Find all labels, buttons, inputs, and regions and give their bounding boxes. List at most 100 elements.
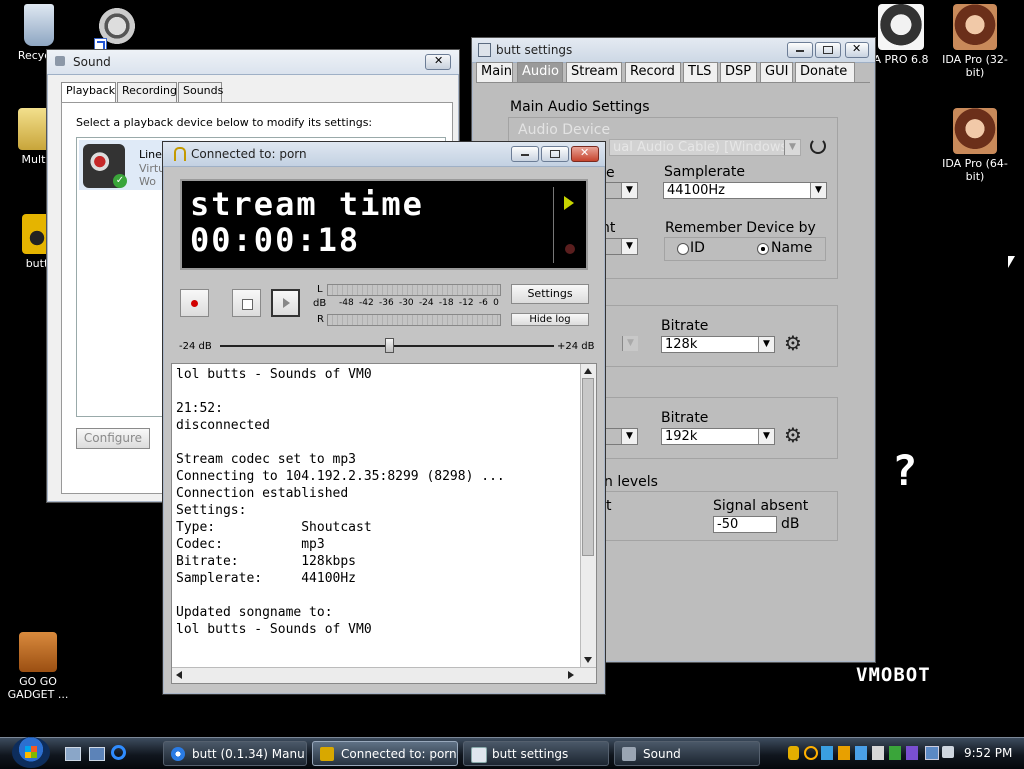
hide-log-button[interactable]: Hide log: [511, 313, 589, 326]
log-line: Samplerate: 44100Hz: [176, 571, 357, 586]
task-sound[interactable]: Sound: [614, 741, 760, 766]
butt-main-titlebar[interactable]: Connected to: porn ✕: [163, 142, 605, 167]
log-line: Connecting to 104.192.2.35:8299 (8298) .…: [176, 469, 505, 484]
channel-select[interactable]: ▼: [606, 182, 638, 199]
gain-slider-thumb[interactable]: [384, 338, 394, 353]
display-line2: 00:00:18: [190, 221, 361, 259]
tab-audio[interactable]: Audio: [517, 62, 563, 82]
refresh-icon[interactable]: [810, 138, 826, 154]
tab-dsp[interactable]: DSP: [720, 62, 757, 82]
close-button[interactable]: ✕: [425, 54, 451, 70]
record-codec-select[interactable]: ▼: [606, 428, 638, 445]
scroll-down-icon[interactable]: [584, 657, 592, 663]
play-button[interactable]: [271, 289, 300, 317]
vu-tick: -24: [418, 298, 434, 308]
radio-name[interactable]: [757, 243, 769, 255]
chevron-down-icon: ▼: [784, 140, 800, 155]
maximize-button[interactable]: [541, 146, 569, 162]
chevron-down-icon: ▼: [810, 183, 826, 198]
settings-tabs: Main Audio Stream Record TLS DSP GUI Don…: [476, 62, 872, 82]
briefcase-icon: [19, 632, 57, 672]
samplerate-select[interactable]: 44100Hz ▼: [663, 182, 827, 199]
signal-absent-input[interactable]: -50: [713, 516, 777, 533]
record-button[interactable]: [180, 289, 209, 317]
chevron-down-icon: ▼: [621, 429, 637, 444]
show-desktop-icon[interactable]: [65, 747, 81, 761]
tab-main[interactable]: Main: [476, 62, 513, 82]
minimize-icon: [796, 50, 804, 52]
audio-device-select[interactable]: ual Audio Cable) [Windows \ ▼: [609, 139, 801, 156]
stop-button[interactable]: [232, 289, 261, 317]
raccoon-shortcut-icon[interactable]: [82, 4, 152, 51]
gear-icon[interactable]: ⚙: [784, 425, 804, 445]
network-tray-icon[interactable]: [925, 746, 939, 760]
display-divider: [553, 187, 554, 263]
ida-pro-32-icon[interactable]: IDA Pro (32-bit): [940, 4, 1010, 79]
stream-codec-select[interactable]: ▼: [606, 336, 638, 353]
tab-tls[interactable]: TLS: [683, 62, 718, 82]
tab-sounds[interactable]: Sounds: [178, 82, 223, 102]
stream-bitrate-select[interactable]: 128k ▼: [661, 336, 775, 353]
task-butt-settings[interactable]: butt settings: [463, 741, 609, 766]
close-button[interactable]: ✕: [571, 146, 599, 162]
tab-stream[interactable]: Stream: [566, 62, 622, 82]
ida-pro-64-icon[interactable]: IDA Pro (64-bit): [940, 108, 1010, 183]
close-button[interactable]: ✕: [845, 42, 869, 58]
go-go-gadget-icon[interactable]: GO GO GADGET ...: [3, 632, 73, 701]
scroll-up-icon[interactable]: [584, 368, 592, 374]
minimize-button[interactable]: [511, 146, 539, 162]
log-horizontal-scrollbar[interactable]: [172, 667, 596, 683]
tray-app-icon[interactable]: [906, 746, 918, 760]
tab-record[interactable]: Record: [625, 62, 681, 82]
minimize-button[interactable]: [787, 42, 813, 58]
vu-scale: -48 -42 -36 -30 -24 -18 -12 -6 0: [339, 298, 499, 310]
headphones-tray-icon[interactable]: [788, 746, 799, 760]
settings-button[interactable]: Settings: [511, 284, 589, 304]
log-line: lol butts - Sounds of VM0: [176, 367, 372, 382]
task-connected[interactable]: Connected to: porn: [312, 741, 458, 766]
ida-pro-68-icon[interactable]: A PRO 6.8: [866, 4, 936, 66]
vu-right-bar: [327, 314, 501, 326]
left-channel-select[interactable]: ▼: [606, 238, 638, 255]
tray-app-icon[interactable]: [855, 746, 867, 760]
tray-app-icon[interactable]: [821, 746, 833, 760]
vu-left-bar: [327, 284, 501, 296]
scroll-left-icon[interactable]: [176, 671, 182, 679]
tray-app-icon[interactable]: [838, 746, 850, 760]
radio-id[interactable]: [677, 243, 689, 255]
log-vertical-scrollbar[interactable]: [580, 364, 596, 667]
record-bitrate-select[interactable]: 192k ▼: [661, 428, 775, 445]
partial-label-3: t: [606, 498, 612, 514]
tab-playback[interactable]: Playback: [61, 82, 116, 102]
chevron-down-icon: ▼: [758, 429, 774, 444]
gear-icon[interactable]: ⚙: [784, 333, 804, 353]
tray-app-icon[interactable]: [872, 746, 884, 760]
log-line: Codec: mp3: [176, 537, 325, 552]
internet-explorer-icon[interactable]: [111, 745, 126, 760]
switch-windows-icon[interactable]: [89, 747, 105, 761]
close-icon: ✕: [852, 42, 862, 55]
task-butt-manual[interactable]: butt (0.1.34) Manu...: [163, 741, 307, 766]
start-button[interactable]: [12, 737, 50, 768]
close-icon: ✕: [434, 54, 444, 67]
ida-portrait-icon: [953, 108, 997, 154]
minimize-icon: [521, 154, 529, 156]
clock[interactable]: 9:52 PM: [964, 746, 1012, 760]
scroll-thumb[interactable]: [582, 378, 594, 556]
butt-settings-titlebar[interactable]: butt settings ✕: [472, 38, 875, 63]
tab-gui[interactable]: GUI: [760, 62, 793, 82]
tab-recording[interactable]: Recording: [117, 82, 177, 102]
configure-button[interactable]: Configure: [76, 428, 150, 449]
volume-tray-icon[interactable]: [942, 746, 954, 758]
sound-titlebar[interactable]: Sound ✕: [47, 50, 459, 75]
tab-donate[interactable]: Donate: [795, 62, 855, 82]
log-line: Updated songname to:: [176, 605, 333, 620]
log-line: Settings:: [176, 503, 247, 518]
scroll-right-icon[interactable]: [568, 671, 574, 679]
tray-app-icon[interactable]: [889, 746, 901, 760]
search-tray-icon[interactable]: [804, 746, 818, 760]
maximize-button[interactable]: [815, 42, 841, 58]
vu-tick: 0: [493, 298, 499, 308]
vu-right-label: R: [317, 314, 324, 325]
